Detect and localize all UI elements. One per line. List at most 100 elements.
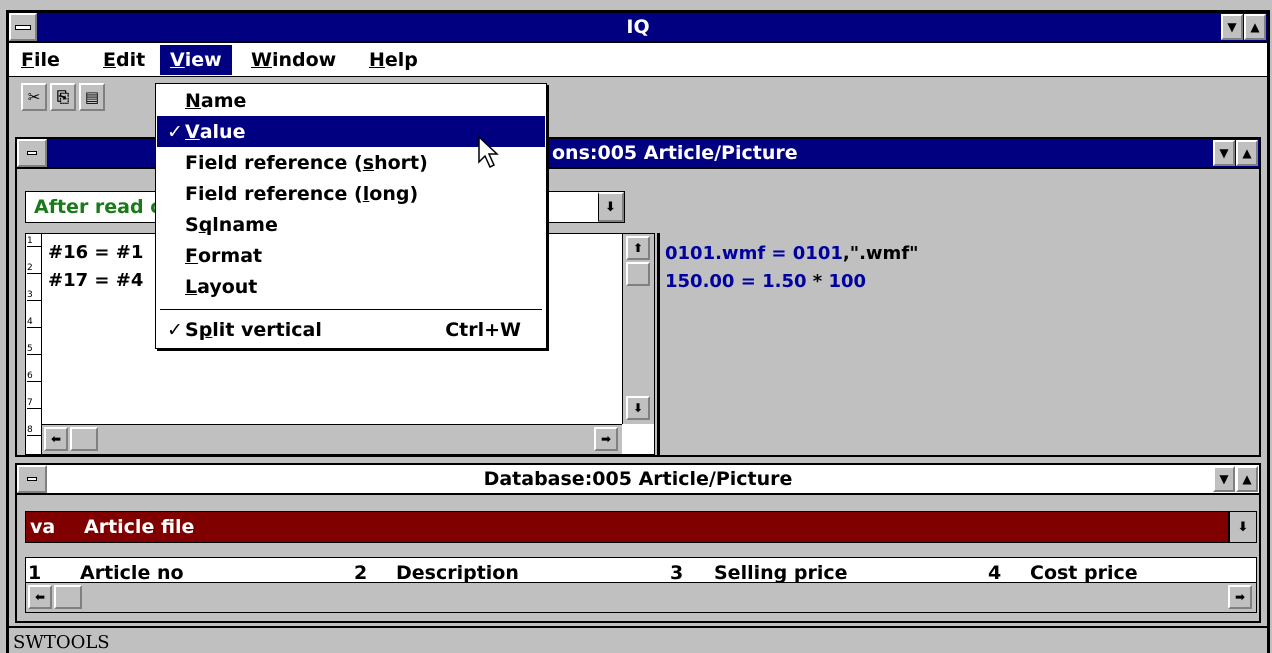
- child-system-menu-button[interactable]: [17, 139, 47, 167]
- line-number: 1: [27, 236, 41, 247]
- child-maximize-button[interactable]: ▲: [1236, 466, 1258, 492]
- scroll-left-button[interactable]: ⬅: [44, 427, 68, 451]
- menu-file[interactable]: File: [11, 45, 70, 75]
- view-menu-field-reference-long[interactable]: Field reference (l ong): [157, 178, 545, 209]
- line-number-gutter: 1 2 3 4 5 6 7 8: [26, 234, 42, 454]
- arrow-down-icon: ⬇: [632, 401, 644, 415]
- child-minimize-button[interactable]: ▼: [1213, 140, 1235, 166]
- system-menu-button[interactable]: [9, 13, 37, 41]
- menu-shortcut: Ctrl+W: [445, 318, 521, 341]
- view-menu-name[interactable]: Name: [157, 85, 545, 116]
- menu-text: hort): [374, 151, 428, 174]
- view-menu-dropdown: Name ✓ Value Field reference (s hort) Fie…: [155, 83, 547, 349]
- code-horizontal-scrollbar[interactable]: ⬅ ➡: [42, 424, 622, 454]
- caret-down-icon: ▼: [1219, 146, 1229, 160]
- menu-help-label: elp: [384, 49, 418, 71]
- database-title-bar[interactable]: Database:005 Article/Picture ▼ ▲: [17, 465, 1259, 495]
- menu-view-mnemonic: V: [170, 49, 185, 71]
- menu-view[interactable]: View: [160, 45, 232, 75]
- menu-text: lname: [212, 213, 278, 236]
- scissors-icon: ✂: [27, 88, 41, 106]
- scroll-thumb[interactable]: [70, 427, 98, 451]
- scroll-up-button[interactable]: ⬆: [626, 236, 650, 260]
- menu-window-mnemonic: W: [251, 49, 272, 71]
- scroll-left-button[interactable]: ⬅: [28, 585, 52, 609]
- code-vertical-scrollbar[interactable]: ⬆ ⬇: [622, 234, 654, 424]
- menu-text: ong): [369, 182, 419, 205]
- paste-icon: ▤: [84, 88, 100, 106]
- value-line-operand: 100: [828, 271, 867, 292]
- menu-mnemonic: q: [198, 213, 213, 236]
- menu-bar: File Edit View Window Help: [9, 43, 1267, 77]
- line-number: 5: [27, 344, 41, 355]
- app-title-bar[interactable]: IQ ▼ ▲: [9, 13, 1267, 43]
- scroll-thumb[interactable]: [54, 585, 82, 609]
- column-header-article-no[interactable]: Article no: [80, 562, 184, 584]
- column-header-selling-price[interactable]: Selling price: [714, 562, 847, 584]
- split-divider[interactable]: [657, 233, 660, 455]
- menu-window[interactable]: Window: [241, 45, 346, 75]
- fields-horizontal-scrollbar[interactable]: ⬅ ➡: [26, 582, 1256, 612]
- column-number: 4: [988, 562, 1002, 584]
- check-icon: ✓: [167, 318, 183, 341]
- file-select[interactable]: va Article file: [25, 511, 1229, 543]
- arrow-left-icon: ⬅: [34, 590, 46, 604]
- line-number: 6: [27, 371, 41, 382]
- calculations-title: ons:005 Article/Picture: [552, 142, 798, 164]
- menu-file-mnemonic: F: [21, 49, 34, 71]
- child-minimize-button[interactable]: ▼: [1213, 466, 1235, 492]
- menu-separator: [160, 309, 542, 310]
- menu-text: S: [185, 213, 199, 236]
- status-bar: SWTOOLS: [9, 626, 1267, 653]
- file-code: va: [30, 516, 56, 538]
- view-menu-format[interactable]: Format: [157, 240, 545, 271]
- caret-up-icon: ▲: [1250, 20, 1260, 34]
- arrow-up-icon: ⬆: [632, 241, 644, 255]
- caret-down-icon: ▼: [1219, 472, 1229, 486]
- child-system-menu-button[interactable]: [17, 465, 47, 493]
- file-select-dropdown-button[interactable]: ⬇: [1229, 511, 1257, 543]
- menu-mnemonic: F: [185, 244, 198, 267]
- cut-button[interactable]: ✂: [21, 83, 47, 111]
- menu-help[interactable]: Help: [359, 45, 428, 75]
- scroll-right-button[interactable]: ➡: [594, 427, 618, 451]
- value-line: 0101.wmf = 0101,".wmf": [665, 243, 919, 264]
- scroll-thumb[interactable]: [626, 262, 650, 286]
- menu-mnemonic: L: [185, 275, 198, 298]
- line-number: 4: [27, 317, 41, 328]
- check-icon: ✓: [167, 120, 183, 143]
- caret-down-icon: ▼: [1227, 20, 1237, 34]
- menu-text: ormat: [197, 244, 263, 267]
- menu-edit-label: dit: [115, 49, 146, 71]
- view-menu-layout[interactable]: Layout: [157, 271, 545, 302]
- menu-window-label: indow: [271, 49, 337, 71]
- arrow-right-icon: ➡: [600, 432, 612, 446]
- field-list[interactable]: 1 Article no 2 Description 3 Selling pri…: [25, 557, 1257, 613]
- menu-edit[interactable]: Edit: [93, 45, 155, 75]
- arrow-left-icon: ⬅: [50, 432, 62, 446]
- column-number: 3: [670, 562, 684, 584]
- paste-button[interactable]: ▤: [79, 83, 105, 111]
- scroll-down-button[interactable]: ⬇: [626, 396, 650, 420]
- scroll-right-button[interactable]: ➡: [1228, 585, 1252, 609]
- copy-button[interactable]: ⎘: [50, 83, 76, 111]
- code-line[interactable]: #17 = #4: [48, 270, 143, 291]
- view-menu-split-vertical[interactable]: ✓ Sp lit vertical Ctrl+W: [157, 314, 545, 345]
- view-menu-sqlname[interactable]: Sq lname: [157, 209, 545, 240]
- code-line[interactable]: #16 = #1: [48, 242, 143, 263]
- menu-file-label: ile: [33, 49, 60, 71]
- app-title: IQ: [626, 16, 650, 38]
- column-header-description[interactable]: Description: [396, 562, 519, 584]
- dropdown-arrow-icon: ⬇: [605, 199, 616, 215]
- column-header-cost-price[interactable]: Cost price: [1030, 562, 1138, 584]
- value-line-literal: ,".wmf": [842, 243, 919, 264]
- caret-up-icon: ▲: [1242, 472, 1252, 486]
- maximize-button[interactable]: ▲: [1244, 14, 1266, 40]
- database-title: Database:005 Article/Picture: [483, 468, 793, 490]
- event-select-dropdown-button[interactable]: ⬇: [598, 192, 624, 222]
- minimize-button[interactable]: ▼: [1221, 14, 1243, 40]
- line-number: 8: [27, 425, 41, 436]
- child-maximize-button[interactable]: ▲: [1236, 140, 1258, 166]
- system-menu-icon: [27, 151, 37, 155]
- line-number: 3: [27, 290, 41, 301]
